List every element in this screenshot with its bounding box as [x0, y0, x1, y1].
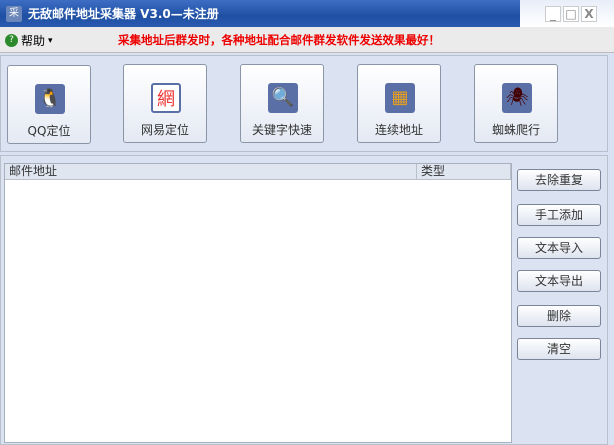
title-bar: 采 无敌邮件地址采集器 V3.0—未注册 _ □ X: [0, 0, 614, 27]
chevron-down-icon: ▾: [48, 35, 53, 46]
button-label: 蜘蛛爬行: [491, 123, 540, 137]
list-panel: 邮件地址 类型: [0, 155, 608, 445]
remove-duplicates-button[interactable]: 去除重复: [517, 169, 601, 191]
column-email[interactable]: 邮件地址: [5, 164, 417, 179]
menu-bar: ? 帮助 ▾ 采集地址后群发时，各种地址配合邮件群发软件发送效果最好！: [0, 27, 614, 53]
button-label: 关键字快速: [251, 123, 312, 137]
qq-locate-button[interactable]: 🐧 QQ定位: [7, 65, 91, 144]
spider-crawl-button[interactable]: 🕷 蜘蛛爬行: [474, 64, 558, 143]
help-icon: ?: [5, 34, 18, 47]
help-label: 帮助: [21, 34, 46, 48]
window-title: 无敌邮件地址采集器 V3.0—未注册: [28, 7, 219, 21]
notice-text: 采集地址后群发时，各种地址配合邮件群发软件发送效果最好！: [118, 33, 440, 47]
list-header: 邮件地址 类型: [5, 164, 511, 180]
manual-add-button[interactable]: 手工添加: [517, 204, 601, 226]
button-label: 连续地址: [374, 123, 423, 137]
toolbar-panel: 🐧 QQ定位 網网易定位 🔍 关键字快速 ▦ 连续地址 🕷 蜘蛛爬行: [0, 55, 608, 152]
spider-icon: 🕷: [502, 83, 532, 113]
qq-penguin-icon: 🐧: [35, 84, 65, 114]
help-menu[interactable]: ? 帮助 ▾: [5, 32, 53, 49]
text-import-button[interactable]: 文本导入: [517, 237, 601, 259]
color-strips-icon: ▦: [385, 83, 415, 113]
column-type[interactable]: 类型: [417, 164, 511, 179]
keyword-fast-button[interactable]: 🔍 关键字快速: [240, 64, 324, 143]
email-list[interactable]: 邮件地址 类型: [4, 163, 512, 443]
netease-locate-button[interactable]: 網网易定位: [123, 64, 207, 143]
minimize-button[interactable]: _: [545, 6, 561, 22]
magnifier-icon: 🔍: [268, 83, 298, 113]
continuous-address-button[interactable]: ▦ 连续地址: [357, 64, 441, 143]
netease-icon: 網: [151, 83, 181, 113]
clear-button[interactable]: 清空: [517, 338, 601, 360]
button-label: QQ定位: [27, 124, 71, 138]
text-export-button[interactable]: 文本导出: [517, 270, 601, 292]
app-icon: 采: [6, 6, 22, 22]
close-button[interactable]: X: [581, 6, 597, 22]
maximize-button[interactable]: □: [563, 6, 579, 22]
delete-button[interactable]: 删除: [517, 305, 601, 327]
button-label: 网易定位: [140, 123, 189, 137]
